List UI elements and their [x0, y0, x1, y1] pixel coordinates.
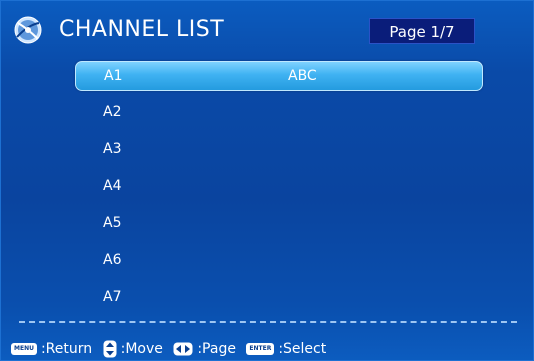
return-label: :Return	[40, 341, 93, 357]
satellite-logo-icon	[14, 16, 42, 44]
select-label: :Select	[278, 341, 327, 357]
channel-name: A2	[103, 104, 122, 120]
left-right-arrow-icon	[173, 342, 193, 356]
page-label: :Page	[197, 341, 236, 357]
channel-program: ABC	[288, 68, 317, 84]
channel-row-a3[interactable]: A3	[75, 135, 483, 165]
channel-row-a5[interactable]: A5	[75, 209, 483, 239]
channel-row-a6[interactable]: A6	[75, 246, 483, 276]
channel-row-a4[interactable]: A4	[75, 172, 483, 202]
enter-key-icon: ENTER	[246, 343, 275, 355]
channel-name: A5	[103, 215, 122, 231]
select-hint: ENTER:Select	[246, 341, 326, 357]
channel-name: A3	[103, 141, 122, 157]
move-label: :Move	[120, 341, 163, 357]
channel-row-a7[interactable]: A7	[75, 283, 483, 313]
move-hint: :Move	[103, 340, 163, 358]
channel-name: A6	[103, 252, 122, 268]
header: CHANNEL LIST Page 1/7	[1, 1, 534, 61]
channel-name: A7	[103, 289, 122, 305]
channel-row-a1[interactable]: A1 ABC	[75, 61, 483, 91]
channel-name: A1	[104, 68, 123, 84]
channel-name: A4	[103, 178, 122, 194]
footer-divider	[19, 321, 517, 323]
footer-help-bar: MENU:Return :Move :Page ENTER:Select	[11, 340, 531, 358]
channel-row-a2[interactable]: A2	[75, 98, 483, 128]
up-down-arrow-icon	[103, 340, 117, 358]
return-hint: MENU:Return	[11, 341, 92, 357]
channel-list-screen: CHANNEL LIST Page 1/7 A1 ABC A2 A3 A4 A5…	[0, 0, 534, 361]
page-title: CHANNEL LIST	[59, 17, 225, 42]
page-indicator: Page 1/7	[369, 18, 475, 44]
menu-key-icon: MENU	[11, 343, 37, 355]
page-hint: :Page	[173, 341, 236, 357]
